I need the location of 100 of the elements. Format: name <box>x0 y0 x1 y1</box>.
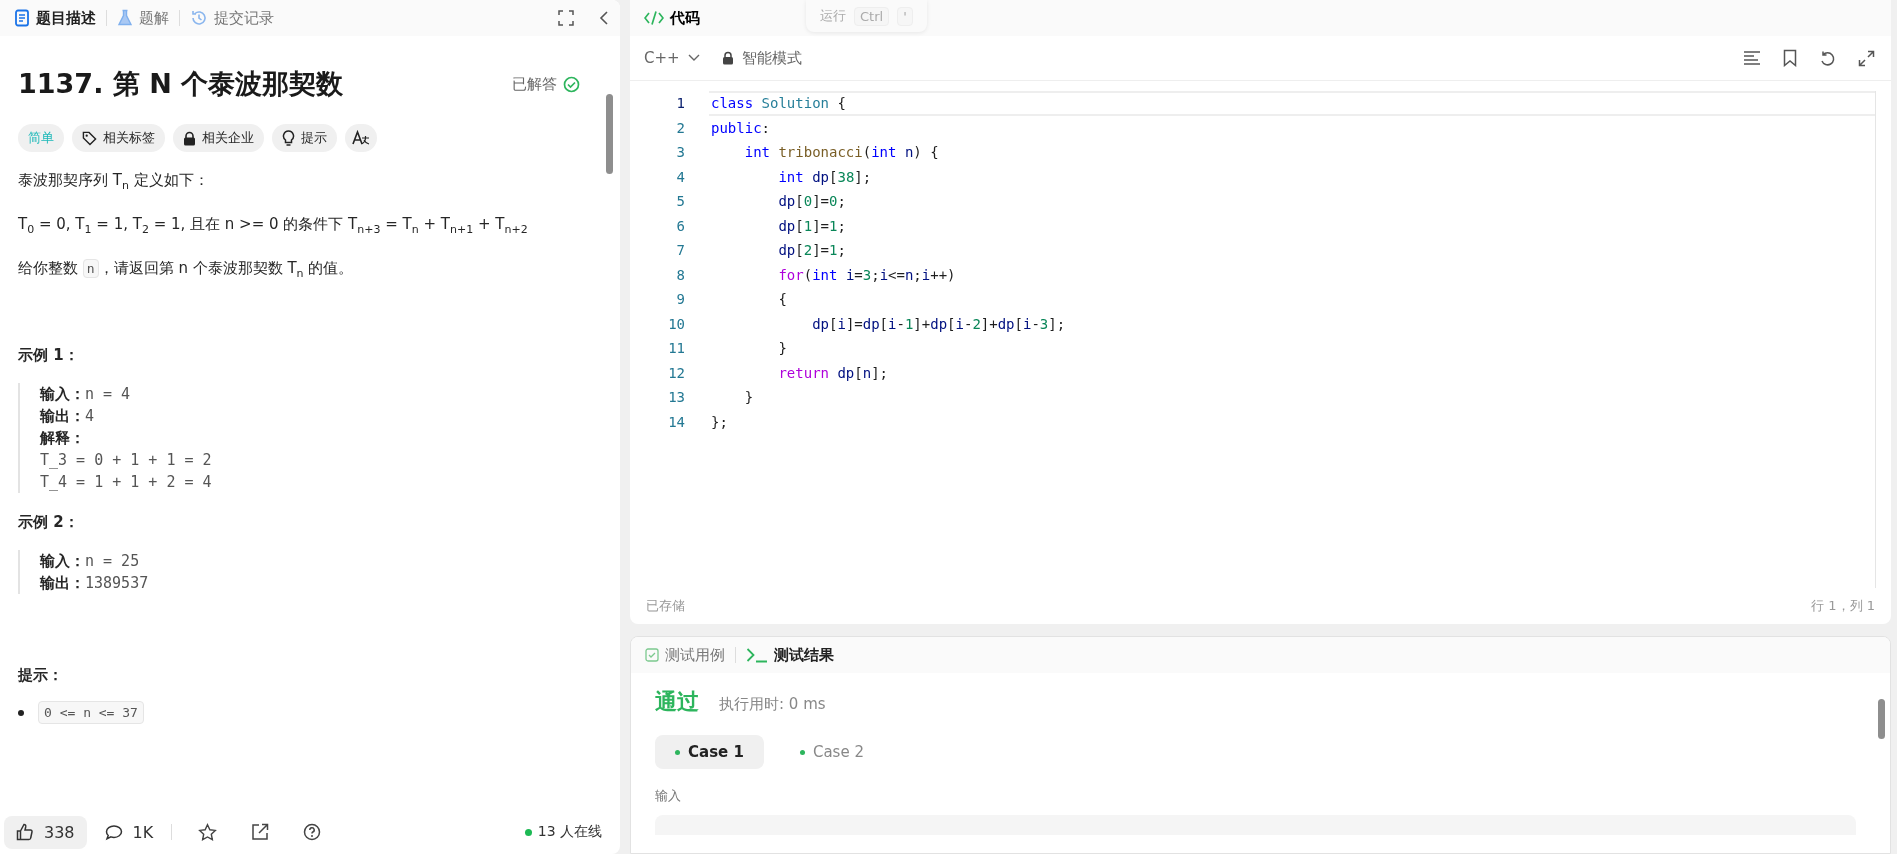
translate-button[interactable] <box>345 124 377 152</box>
code-line: dp[i]=dp[i-1]+dp[i-2]+dp[i-3]; <box>811 314 1067 334</box>
line-number: 12 <box>667 363 685 383</box>
companies-tag[interactable]: 相关企业 <box>173 124 264 152</box>
input-label: 输入 <box>655 787 682 805</box>
example-label: 解释： <box>40 429 85 447</box>
hint-tag[interactable]: 提示 <box>272 124 337 152</box>
panel-tab[interactable]: 题目描述 <box>14 8 96 28</box>
code-line: dp[2]=1; <box>777 241 847 260</box>
solved-status: 已解答 <box>512 74 557 94</box>
description-text: T$_{0}$ = 0, T$_{1}$ = 1, T$_{2}$ = 1, 且在 n >= 0 的条件下 T$_{n+3}$ = T$_{n}$ + T$_{n+1}$ + T$_{n+2}$ <box>18 214 529 238</box>
bookmark-icon[interactable] <box>1783 49 1797 67</box>
thumbs-up-icon <box>16 823 34 841</box>
case-tab[interactable]: Case 1 <box>655 735 764 769</box>
line-number: 2 <box>675 118 685 138</box>
comments-button[interactable]: 1K <box>104 822 154 842</box>
lock-icon <box>721 51 734 65</box>
language-dropdown[interactable]: C++ <box>644 49 700 67</box>
line-number: 9 <box>675 290 685 309</box>
checkbox-icon <box>645 648 659 662</box>
panel-tab[interactable]: 题解 <box>117 8 169 28</box>
console-tab[interactable]: 测试用例 <box>645 645 725 665</box>
code-line: public: <box>710 118 771 138</box>
example-heading: 示例 1： <box>18 346 80 365</box>
share-icon[interactable] <box>251 823 270 841</box>
hints-heading: 提示： <box>18 666 64 685</box>
code-line: }; <box>710 412 729 432</box>
example-label: 输出： <box>40 407 85 425</box>
collapse-icon[interactable] <box>598 10 610 26</box>
difficulty-tag: 简单 <box>18 124 64 152</box>
console-tab[interactable]: 测试结果 <box>746 645 834 665</box>
line-number: 13 <box>667 388 685 407</box>
line-number: 14 <box>667 412 685 432</box>
description-text: 给你整数 n ，请返回第 n 个泰波那契数 T$_{n}$ 的值。 <box>18 258 355 282</box>
tag-icon <box>82 130 97 146</box>
document-icon <box>14 9 30 27</box>
fullscreen-icon[interactable] <box>558 10 574 26</box>
example-value: 4 <box>85 407 95 425</box>
expand-icon[interactable] <box>1858 49 1875 67</box>
example-heading: 示例 2： <box>18 513 80 532</box>
flask-icon <box>117 9 133 27</box>
line-number: 10 <box>667 314 685 334</box>
line-number: 4 <box>675 167 685 187</box>
topics-tag[interactable]: 相关标签 <box>72 124 165 152</box>
code-line: } <box>777 339 788 358</box>
example-value: n = 4 <box>85 385 131 403</box>
lightbulb-icon <box>282 129 295 147</box>
history-icon <box>190 9 208 27</box>
panel-tab[interactable]: 提交记录 <box>190 8 274 28</box>
line-number: 5 <box>675 192 685 211</box>
example-label: 输入： <box>40 385 85 403</box>
chevron-down-icon <box>687 54 700 62</box>
line-number: 1 <box>675 94 685 113</box>
runtime-text: 执行用时: 0 ms <box>719 695 826 714</box>
code-line: int tribonacci(int n) { <box>743 143 940 162</box>
code-line: return dp[n]; <box>777 363 890 383</box>
case-tab[interactable]: Case 2 <box>779 735 884 769</box>
star-icon[interactable] <box>198 822 218 842</box>
explanation-line: T_4 = 1 + 1 + 2 = 4 <box>40 472 213 493</box>
line-number: 8 <box>675 265 685 285</box>
example-value: 1389537 <box>85 574 149 592</box>
code-line: for(int i=3;i<=n;i++) <box>777 265 957 285</box>
like-button[interactable]: 338 <box>4 815 87 849</box>
comment-icon <box>104 823 123 841</box>
constraint-code: 0 <= n <= 37 <box>38 701 144 724</box>
explanation-line: T_3 = 0 + 1 + 1 = 2 <box>40 450 213 471</box>
scrollbar-thumb[interactable] <box>606 94 613 174</box>
translate-icon <box>352 130 370 146</box>
lock-icon <box>183 130 196 146</box>
code-line: dp[1]=1; <box>777 216 847 236</box>
help-icon[interactable] <box>303 823 322 841</box>
cursor-position: 行 1，列 1 <box>1811 597 1875 615</box>
format-icon[interactable] <box>1743 50 1761 66</box>
line-number: 11 <box>667 339 685 358</box>
code-line: } <box>743 388 755 407</box>
line-number: 6 <box>675 216 685 236</box>
line-number: 3 <box>675 143 685 162</box>
code-tab[interactable]: 代码 <box>644 8 700 28</box>
code-icon <box>644 10 664 26</box>
saved-status: 已存储 <box>646 597 685 615</box>
verdict-text: 通过 <box>655 688 699 716</box>
code-line: int dp[38]; <box>777 167 873 187</box>
online-dot-icon <box>524 828 532 836</box>
line-number: 7 <box>675 241 685 260</box>
online-count: 13 人在线 <box>537 823 602 841</box>
description-text: 泰波那契序列 T$_{n}$ 定义如下： <box>18 170 210 194</box>
smart-mode-toggle[interactable]: 智能模式 <box>721 48 802 68</box>
example-label: 输入： <box>40 552 85 570</box>
scrollbar-thumb[interactable] <box>1878 699 1885 739</box>
keyboard-key: ' <box>897 6 913 26</box>
keyboard-key: Ctrl <box>854 6 890 26</box>
terminal-icon <box>746 647 768 663</box>
example-label: 输出： <box>40 574 85 592</box>
code-line: { <box>777 290 788 309</box>
undo-icon[interactable] <box>1819 49 1836 67</box>
example-value: n = 25 <box>85 552 140 570</box>
problem-title: 1137. 第 N 个泰波那契数 <box>18 67 345 101</box>
code-line: dp[0]=0; <box>777 192 847 211</box>
code-line: class Solution { <box>709 91 1875 116</box>
tooltip-label: 运行 <box>820 7 846 25</box>
